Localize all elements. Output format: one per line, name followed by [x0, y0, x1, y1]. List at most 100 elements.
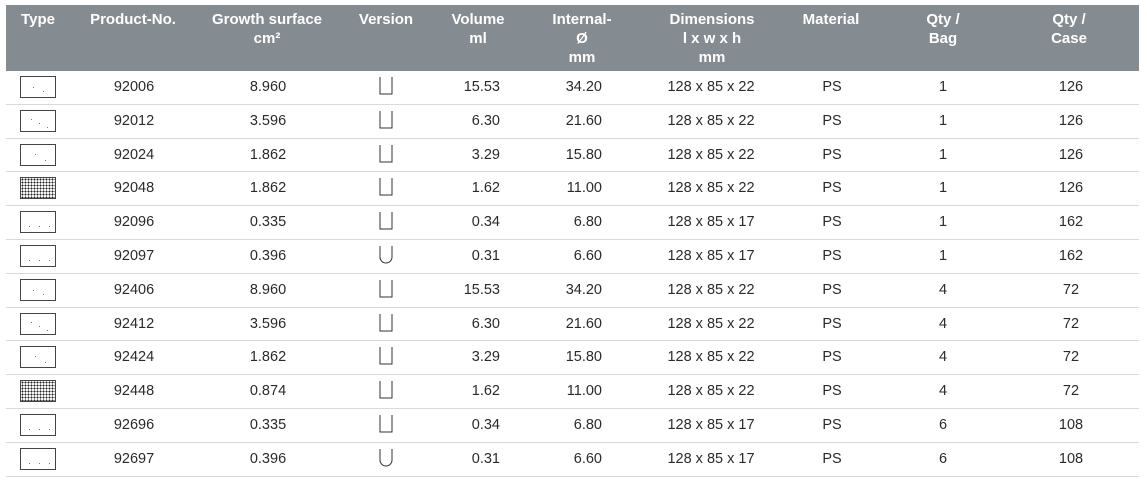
product-no-cell: 92048 [113, 180, 155, 197]
growth-surface-cell: 3.596 [249, 112, 287, 129]
internal-diameter-cell: 6.60 [573, 247, 602, 264]
dimensions-cell: 128 x 85 x 17 [667, 416, 755, 433]
qty-case-cell: 108 [1058, 416, 1084, 433]
well-dot [39, 428, 40, 430]
table-row: 92412 3.596 6.30 21.60 128 x 85 x 22 PS 4 72 [6, 308, 1139, 342]
well-dot [43, 293, 44, 295]
flat-bottom-well-icon [376, 71, 400, 104]
plate-48-well-icon [20, 177, 56, 200]
well-dot [29, 259, 30, 261]
plate-24-well-icon [20, 346, 56, 369]
table-row: 92697 0.396 0.31 6.60 128 x 85 x 17 PS 6 108 [6, 443, 1139, 477]
flat-bottom-well-icon [376, 409, 400, 442]
product-no-cell: 92012 [113, 112, 155, 129]
plate-12-well-icon [20, 109, 56, 132]
table-row: 92048 1.862 1.62 11.00 128 x 85 x 22 PS 1 126 [6, 172, 1139, 207]
header-version: Version [358, 11, 414, 28]
flat-bottom-well-icon [376, 172, 400, 205]
header-volume-label: Volume [451, 11, 505, 28]
material-cell: PS [822, 180, 842, 197]
dimensions-cell: 128 x 85 x 17 [667, 214, 755, 231]
qty-bag-cell: 1 [938, 247, 948, 264]
header-dimensions-label: Dimensions [669, 11, 755, 28]
product-no-cell: 92697 [113, 450, 155, 467]
well-dot [29, 462, 30, 464]
volume-cell: 0.31 [471, 247, 500, 264]
internal-diameter-cell: 15.80 [565, 146, 602, 163]
internal-diameter-cell: 11.00 [566, 383, 602, 400]
qty-bag-cell: 1 [938, 146, 948, 163]
volume-cell: 3.29 [471, 146, 500, 163]
table-row: 92406 8.960 15.53 34.20 128 x 85 x 22 PS 4 72 [6, 274, 1139, 308]
round-bottom-well-icon [376, 240, 400, 273]
qty-case-cell: 72 [1062, 281, 1080, 298]
table-row: 92024 1.862 3.29 15.80 128 x 85 x 22 PS 1 126 [6, 139, 1139, 173]
growth-surface-cell: 8.960 [249, 281, 287, 298]
qty-case-cell: 72 [1062, 315, 1080, 332]
product-no-cell: 92412 [113, 315, 155, 332]
internal-diameter-cell: 34.20 [565, 281, 602, 298]
table-row: 92006 8.960 15.53 34.20 128 x 85 x 22 PS 1 126 [6, 71, 1139, 105]
well-dot [45, 362, 46, 364]
qty-bag-cell: 4 [938, 281, 948, 298]
internal-diameter-cell: 6.60 [573, 450, 602, 467]
well-dot [33, 87, 34, 88]
dimensions-cell: 128 x 85 x 22 [667, 315, 755, 332]
table-row: 92096 0.335 0.34 6.80 128 x 85 x 17 PS 1 162 [6, 206, 1139, 240]
well-dot [31, 321, 32, 323]
material-cell: PS [822, 214, 842, 231]
table-row: 92097 0.396 0.31 6.60 128 x 85 x 17 PS 1 162 [6, 240, 1139, 274]
dimensions-cell: 128 x 85 x 22 [667, 383, 755, 400]
header-internal-unit: mm [568, 49, 596, 66]
header-qty-bag-unit: Bag [928, 30, 958, 47]
internal-diameter-cell: 21.60 [565, 315, 602, 332]
flat-bottom-well-icon [376, 206, 400, 239]
header-product-no: Product-No. [90, 11, 176, 28]
table-row: 92448 0.874 1.62 11.00 128 x 85 x 22 PS 4 72 [6, 375, 1139, 409]
header-internal-label: Internal- [552, 11, 612, 28]
volume-cell: 15.53 [463, 79, 500, 95]
product-table: Type Product-No. Growth surface cm² Vers… [6, 5, 1139, 477]
header-qty-case: Qty / Case [1044, 10, 1094, 48]
growth-surface-cell: 0.396 [249, 247, 287, 264]
qty-case-cell: 72 [1062, 383, 1080, 400]
product-no-cell: 92006 [113, 79, 155, 95]
flat-bottom-well-icon [376, 105, 400, 138]
header-type: Type [21, 11, 55, 28]
well-dot [31, 118, 32, 120]
growth-surface-cell: 1.862 [249, 180, 287, 197]
well-dot [39, 122, 40, 124]
plate-96-well-icon [20, 211, 56, 234]
qty-bag-cell: 4 [938, 383, 948, 400]
header-dimensions: Dimensions l x w x h mm [660, 10, 764, 67]
table-row: 92012 3.596 6.30 21.60 128 x 85 x 22 PS 1 126 [6, 105, 1139, 139]
flat-bottom-well-icon [376, 341, 400, 374]
volume-cell: 0.34 [471, 416, 500, 433]
plate-48-well-icon [20, 380, 56, 403]
header-growth-label: Growth surface [211, 11, 323, 28]
well-dot [49, 428, 50, 430]
well-dot [33, 289, 34, 291]
flat-bottom-well-icon [376, 375, 400, 408]
growth-surface-cell: 0.396 [249, 450, 287, 467]
plate-96-well-icon [20, 447, 56, 470]
dimensions-cell: 128 x 85 x 22 [667, 180, 755, 197]
header-dimensions-axes: l x w x h [682, 30, 742, 47]
well-dot [43, 91, 44, 92]
qty-case-cell: 126 [1058, 112, 1084, 129]
volume-cell: 6.30 [471, 315, 500, 332]
table-row: 92696 0.335 0.34 6.80 128 x 85 x 17 PS 6 108 [6, 409, 1139, 443]
growth-surface-cell: 1.862 [249, 349, 287, 366]
dimensions-cell: 128 x 85 x 22 [667, 79, 755, 95]
header-material: Material [802, 11, 860, 28]
dimensions-cell: 128 x 85 x 22 [667, 146, 755, 163]
growth-surface-cell: 3.596 [249, 315, 287, 332]
plate-6-well-icon [20, 278, 56, 301]
growth-surface-cell: 1.862 [249, 146, 287, 163]
header-qty-case-unit: Case [1051, 30, 1087, 47]
material-cell: PS [822, 349, 842, 366]
header-dimensions-unit: mm [698, 49, 726, 66]
internal-diameter-cell: 15.80 [565, 349, 602, 366]
well-dot [39, 259, 40, 261]
well-dot [29, 428, 30, 430]
